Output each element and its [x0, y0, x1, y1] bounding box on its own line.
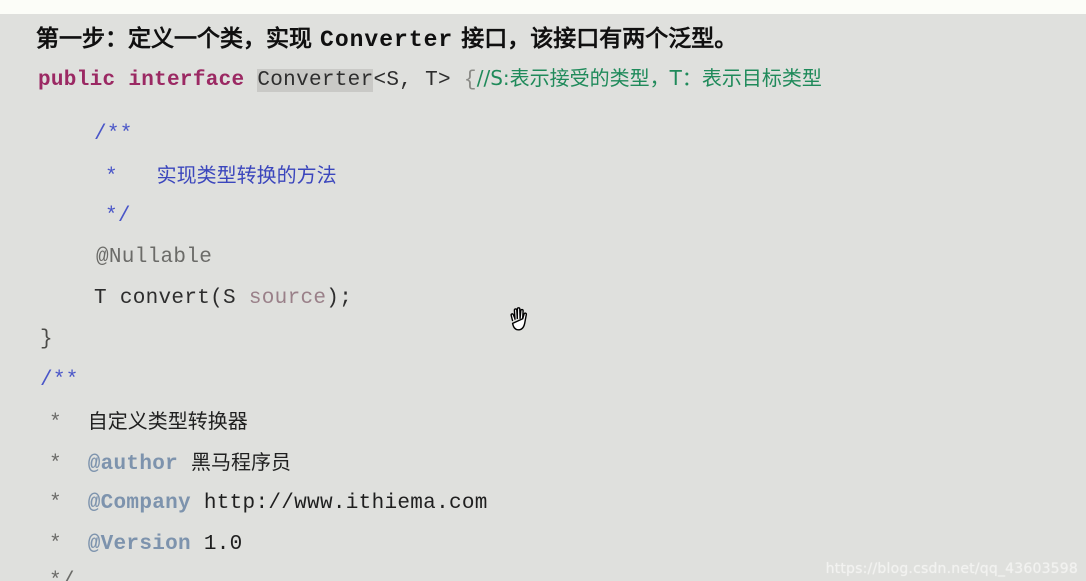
- semicolon: ;: [339, 287, 353, 310]
- open-brace: {: [463, 69, 477, 92]
- code-surface[interactable]: 第一步：定义一个类，实现 Converter 接口，该接口有两个泛型。 publ…: [0, 14, 1086, 581]
- doc-method-text: 实现类型转换的方法: [156, 163, 337, 187]
- doc-star: *: [49, 412, 62, 435]
- keyword-public: public: [38, 69, 116, 92]
- close-paren: ): [326, 287, 340, 310]
- code-editor-screenshot: 第一步：定义一个类，实现 Converter 接口，该接口有两个泛型。 publ…: [0, 0, 1086, 581]
- code-line-method-signature[interactable]: T convert(S source);: [94, 288, 352, 309]
- code-line-doc-close-class: */: [49, 571, 75, 581]
- title-suffix: 接口，该接口有两个泛型。: [453, 26, 738, 52]
- code-line-doc-method-description: * 实现类型转换的方法: [105, 165, 337, 188]
- inline-comment-generics: //S:表示接受的类型，T：表示目标类型: [476, 66, 822, 90]
- param-name: source: [248, 287, 327, 310]
- page-title: 第一步：定义一个类，实现 Converter 接口，该接口有两个泛型。: [36, 28, 737, 52]
- javadoc-version-value: 1.0: [203, 533, 243, 556]
- doc-slash-star: /**: [40, 369, 79, 392]
- javadoc-tag-company: @Company: [87, 492, 191, 515]
- code-line-doc-company: * @Company http://www.ithiema.com: [49, 493, 488, 514]
- code-line-doc-open-method: /**: [94, 123, 133, 146]
- javadoc-author-value: 黑马程序员: [190, 450, 291, 474]
- code-line-closing-brace: }: [40, 328, 53, 351]
- doc-star: *: [49, 453, 62, 476]
- doc-class-text: 自定义类型转换器: [87, 409, 248, 433]
- code-line-doc-open-class: /**: [40, 370, 79, 391]
- code-line-annotation-nullable[interactable]: @Nullable: [96, 247, 212, 268]
- code-line-doc-version: * @Version 1.0: [49, 534, 243, 555]
- code-line-doc-class-description: * 自定义类型转换器: [49, 411, 248, 434]
- title-converter-word: Converter: [320, 27, 454, 53]
- code-line-interface-declaration[interactable]: public interface Converter<S, T> {//S:表示…: [38, 66, 822, 92]
- doc-star-slash: */: [49, 570, 75, 581]
- doc-star: *: [49, 492, 62, 515]
- top-white-strip: [0, 0, 1086, 14]
- javadoc-company-value: http://www.ithiema.com: [203, 492, 488, 515]
- code-line-doc-close-method: */: [105, 205, 131, 228]
- selected-type-converter[interactable]: Converter: [257, 69, 374, 92]
- doc-star: *: [105, 166, 118, 189]
- method-return-type: T: [94, 287, 107, 310]
- keyword-interface: interface: [128, 69, 245, 92]
- method-name[interactable]: convert: [120, 287, 210, 310]
- title-prefix: 第一步：定义一个类，实现: [36, 26, 321, 52]
- open-paren: (: [210, 287, 224, 310]
- javadoc-tag-version: @Version: [87, 533, 191, 556]
- doc-star: *: [49, 533, 62, 556]
- javadoc-tag-author: @author: [87, 453, 179, 476]
- code-line-doc-author: * @author 黑马程序员: [49, 452, 291, 475]
- csdn-watermark: https://blog.csdn.net/qq_43603598: [825, 561, 1078, 577]
- generic-params: <S, T>: [373, 69, 451, 92]
- param-type: S: [223, 287, 236, 310]
